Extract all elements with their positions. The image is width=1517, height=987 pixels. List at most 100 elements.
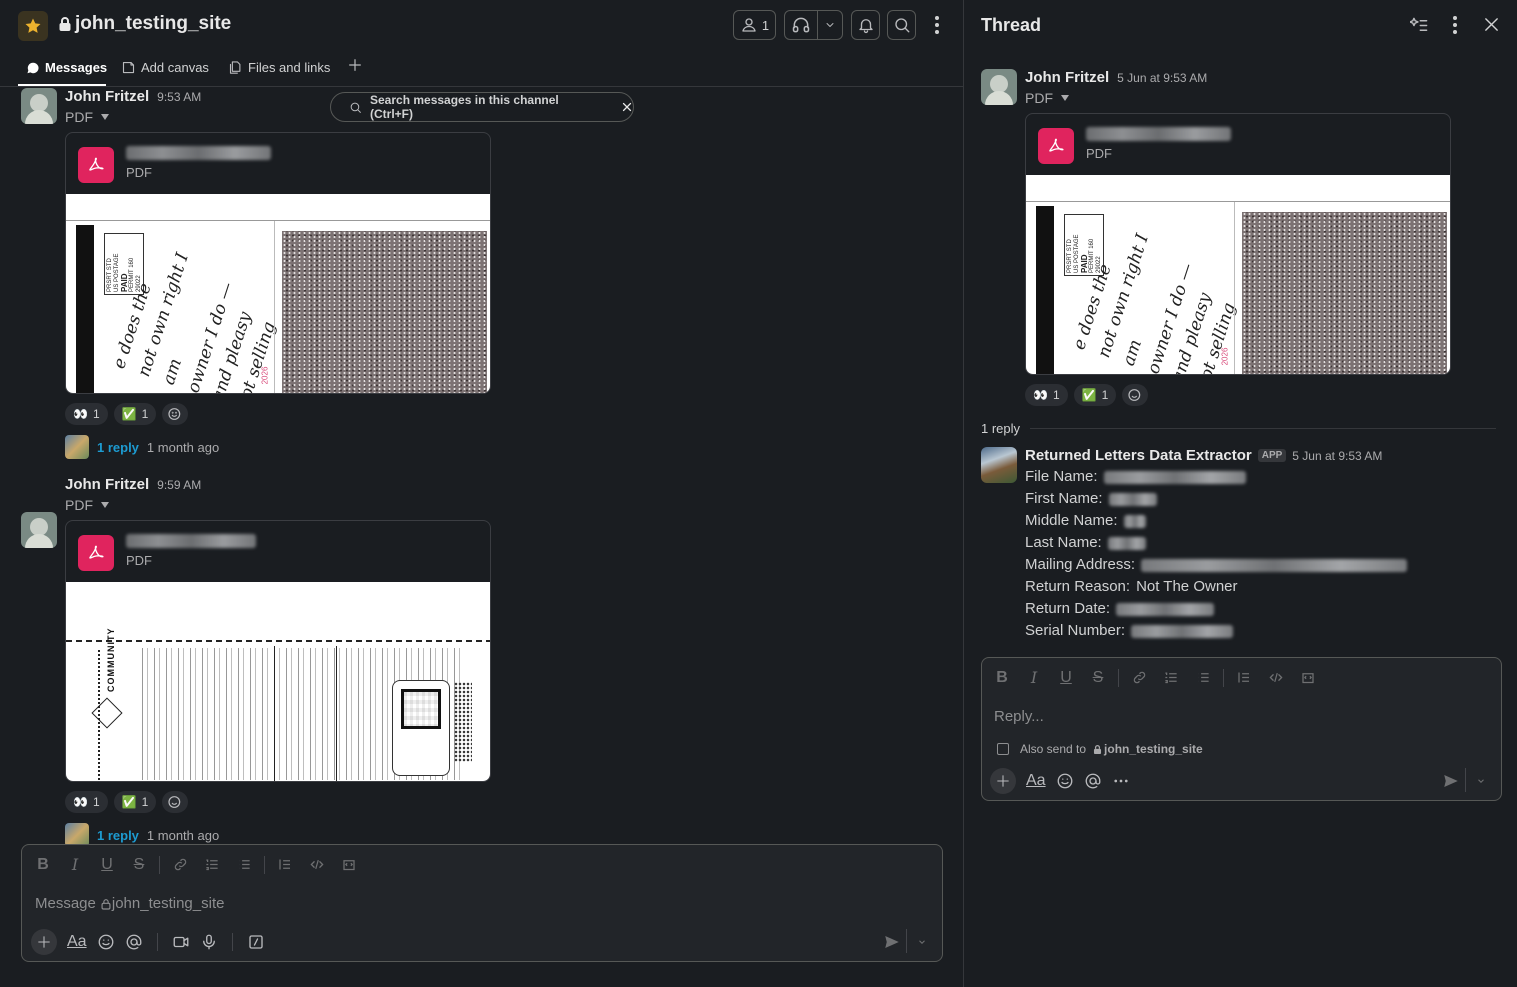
- blockquote-icon[interactable]: [1228, 670, 1260, 685]
- reaction-eyes[interactable]: 👀 1: [1025, 384, 1068, 406]
- huddle-button[interactable]: [784, 10, 843, 40]
- search-button[interactable]: [887, 10, 916, 40]
- underline-icon[interactable]: U: [1050, 669, 1082, 687]
- thread-options-icon[interactable]: [1410, 16, 1429, 35]
- attach-button[interactable]: [31, 929, 57, 955]
- author-name[interactable]: John Fritzel: [65, 476, 149, 493]
- underline-icon[interactable]: U: [91, 856, 123, 874]
- code-block-icon[interactable]: [1292, 670, 1324, 685]
- avatar[interactable]: [21, 88, 57, 124]
- emoji-icon[interactable]: [97, 933, 115, 951]
- bot-name[interactable]: Returned Letters Data Extractor: [1025, 447, 1252, 464]
- bullet-list-icon[interactable]: [228, 857, 260, 872]
- timestamp[interactable]: 9:59 AM: [157, 478, 201, 492]
- file-toggle[interactable]: PDF: [65, 497, 110, 513]
- strikethrough-icon[interactable]: S: [1082, 669, 1114, 687]
- microphone-icon[interactable]: [200, 933, 218, 951]
- reply-count-link[interactable]: 1 reply: [97, 828, 139, 843]
- file-attachment[interactable]: PDF PRSRT STD US POSTAGE PAID PERMIT 160…: [1025, 113, 1451, 375]
- file-attachment[interactable]: PDF PRSRT STD US POSTAGE PAID PERMIT 160…: [65, 132, 491, 394]
- thread-summary[interactable]: 1 reply 1 month ago: [65, 435, 219, 459]
- bold-icon[interactable]: B: [986, 669, 1018, 687]
- app-badge: APP: [1257, 449, 1287, 462]
- file-toggle[interactable]: PDF: [65, 109, 110, 125]
- reaction-check[interactable]: ✅ 1: [1073, 384, 1117, 406]
- code-icon[interactable]: [1260, 670, 1292, 685]
- chevron-down-icon[interactable]: [1476, 776, 1486, 786]
- blockquote-icon[interactable]: [269, 857, 301, 872]
- logo-diamond: [91, 697, 123, 729]
- bullet-list-icon[interactable]: [1187, 670, 1219, 685]
- format-toggle-button[interactable]: Aa: [1026, 772, 1046, 790]
- star-button[interactable]: [18, 11, 48, 41]
- reaction-eyes[interactable]: 👀 1: [65, 403, 108, 425]
- author-name[interactable]: John Fritzel: [1025, 69, 1109, 86]
- add-reaction-button[interactable]: [1122, 384, 1149, 406]
- divider: [817, 11, 818, 39]
- message-input[interactable]: Message john_testing_site: [35, 895, 224, 912]
- format-toggle-button[interactable]: Aa: [67, 933, 87, 951]
- file-label: PDF: [65, 497, 93, 513]
- author-name[interactable]: John Fritzel: [65, 88, 149, 105]
- timestamp[interactable]: 5 Jun at 9:53 AM: [1117, 71, 1207, 85]
- send-icon[interactable]: [883, 933, 901, 951]
- channel-title[interactable]: john_testing_site: [58, 13, 231, 35]
- channel-search-pill[interactable]: Search messages in this channel (Ctrl+F): [330, 92, 634, 122]
- tab-files-and-links[interactable]: Files and links: [228, 60, 330, 75]
- strikethrough-icon[interactable]: S: [123, 856, 155, 874]
- italic-icon[interactable]: I: [1018, 668, 1050, 687]
- tab-add-canvas[interactable]: Add canvas: [121, 60, 209, 75]
- notifications-button[interactable]: [851, 10, 880, 40]
- mention-icon[interactable]: [125, 933, 143, 951]
- add-reaction-button[interactable]: [162, 403, 189, 425]
- fold-line: [274, 646, 275, 781]
- avatar[interactable]: [21, 512, 57, 548]
- link-icon[interactable]: [1123, 670, 1155, 685]
- reaction-check[interactable]: ✅ 1: [113, 791, 157, 813]
- code-icon[interactable]: [301, 857, 333, 872]
- kebab-icon[interactable]: [1446, 14, 1464, 36]
- more-actions-icon[interactable]: [1112, 772, 1130, 790]
- attach-button[interactable]: [990, 768, 1016, 794]
- add-tab-button[interactable]: [347, 57, 363, 73]
- reaction-count: 1: [141, 407, 149, 421]
- also-send-checkbox[interactable]: [997, 743, 1009, 755]
- timestamp[interactable]: 9:53 AM: [157, 90, 201, 104]
- bot-avatar[interactable]: [981, 447, 1017, 483]
- reaction-count: 1: [92, 407, 100, 421]
- field-label: Last Name:: [1025, 534, 1102, 551]
- italic-icon[interactable]: I: [59, 855, 91, 874]
- reply-count-link[interactable]: 1 reply: [97, 440, 139, 455]
- chevron-down-icon[interactable]: [917, 937, 927, 947]
- mention-icon[interactable]: [1084, 772, 1102, 790]
- members-button[interactable]: 1: [733, 10, 776, 40]
- address-block-redacted: [282, 231, 487, 393]
- file-header: PDF: [66, 521, 490, 582]
- file-toggle[interactable]: PDF: [1025, 90, 1070, 106]
- timestamp[interactable]: 5 Jun at 9:53 AM: [1292, 449, 1382, 463]
- file-header: PDF: [66, 133, 490, 194]
- ordered-list-icon[interactable]: [196, 857, 228, 872]
- tab-messages[interactable]: Messages: [26, 60, 107, 75]
- more-button[interactable]: [928, 14, 946, 36]
- reply-input[interactable]: Reply...: [994, 708, 1044, 725]
- message-header: John Fritzel 9:59 AM: [65, 476, 201, 493]
- fold-line: [336, 646, 337, 781]
- emoji-add-icon: [168, 408, 181, 420]
- emoji-icon[interactable]: [1056, 772, 1074, 790]
- bold-icon[interactable]: B: [27, 856, 59, 874]
- add-reaction-button[interactable]: [162, 791, 189, 813]
- reaction-check[interactable]: ✅ 1: [113, 403, 157, 425]
- close-icon[interactable]: [621, 101, 633, 113]
- ordered-list-icon[interactable]: [1155, 670, 1187, 685]
- send-icon[interactable]: [1442, 772, 1460, 790]
- avatar[interactable]: [981, 69, 1017, 105]
- close-icon[interactable]: [1483, 16, 1500, 33]
- slash-command-icon[interactable]: [247, 933, 265, 951]
- formatting-toolbar: B I U S: [27, 855, 365, 874]
- code-block-icon[interactable]: [333, 857, 365, 872]
- file-attachment[interactable]: PDF COMMUNITY: [65, 520, 491, 782]
- link-icon[interactable]: [164, 857, 196, 872]
- reaction-eyes[interactable]: 👀 1: [65, 791, 108, 813]
- video-icon[interactable]: [172, 933, 190, 951]
